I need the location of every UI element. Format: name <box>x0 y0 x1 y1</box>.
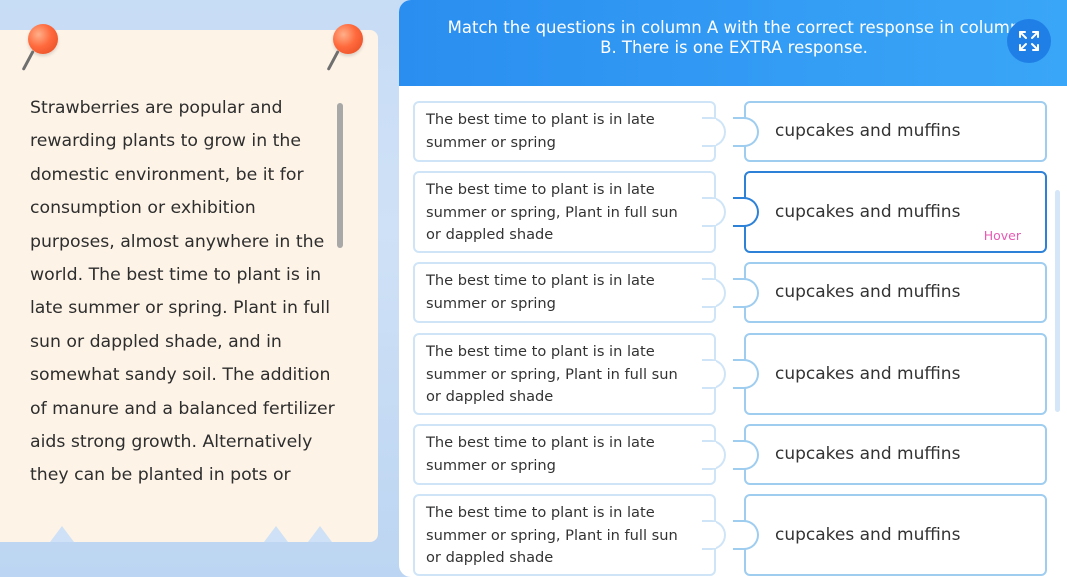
response-text: cupcakes and muffins <box>775 444 961 464</box>
response-text: cupcakes and muffins <box>775 364 961 384</box>
pin-icon <box>21 24 60 74</box>
question-card[interactable]: The best time to plant is in late summer… <box>413 424 726 485</box>
question-text: The best time to plant is in late summer… <box>426 343 678 405</box>
connector-socket <box>733 278 759 308</box>
response-card[interactable]: cupcakes and muffins <box>733 494 1047 576</box>
response-text: cupcakes and muffins <box>775 121 961 141</box>
note-tear <box>308 526 332 542</box>
expand-arrows-icon <box>1019 31 1039 51</box>
passage-scrollbar[interactable] <box>337 103 343 248</box>
pin-icon <box>326 24 365 74</box>
note-tear <box>264 526 288 542</box>
response-card[interactable]: cupcakes and muffins <box>733 101 1047 162</box>
response-card[interactable]: cupcakes and muffins Hover <box>733 171 1047 253</box>
instruction-text: Match the questions in column A with the… <box>447 18 1021 57</box>
note-tear <box>50 526 74 542</box>
response-card[interactable]: cupcakes and muffins <box>733 333 1047 415</box>
connector-socket <box>733 197 759 227</box>
response-text: cupcakes and muffins <box>775 202 961 222</box>
question-card[interactable]: The best time to plant is in late summer… <box>413 333 726 415</box>
expand-button[interactable] <box>1007 19 1051 63</box>
question-text: The best time to plant is in late summer… <box>426 504 678 566</box>
response-card[interactable]: cupcakes and muffins <box>733 262 1047 323</box>
panel-scrollbar[interactable] <box>1055 190 1060 412</box>
connector-socket <box>733 117 759 147</box>
hover-state-label: Hover <box>983 228 1021 243</box>
question-card[interactable]: The best time to plant is in late summer… <box>413 494 726 576</box>
question-card[interactable]: The best time to plant is in late summer… <box>413 171 726 253</box>
connector-socket <box>733 359 759 389</box>
question-text: The best time to plant is in late summer… <box>426 434 655 474</box>
connector-socket <box>733 520 759 550</box>
question-card[interactable]: The best time to plant is in late summer… <box>413 262 726 323</box>
response-card[interactable]: cupcakes and muffins <box>733 424 1047 485</box>
panel-header: Match the questions in column A with the… <box>399 0 1067 86</box>
passage-text: Strawberries are popular and rewarding p… <box>30 98 335 486</box>
question-text: The best time to plant is in late summer… <box>426 181 678 243</box>
response-text: cupcakes and muffins <box>775 282 961 302</box>
question-text: The best time to plant is in late summer… <box>426 272 655 312</box>
question-text: The best time to plant is in late summer… <box>426 111 655 151</box>
note-notch <box>360 446 378 480</box>
matching-panel: Match the questions in column A with the… <box>399 0 1067 577</box>
response-text: cupcakes and muffins <box>775 525 961 545</box>
connector-socket <box>733 440 759 470</box>
question-card[interactable]: The best time to plant is in late summer… <box>413 101 726 162</box>
